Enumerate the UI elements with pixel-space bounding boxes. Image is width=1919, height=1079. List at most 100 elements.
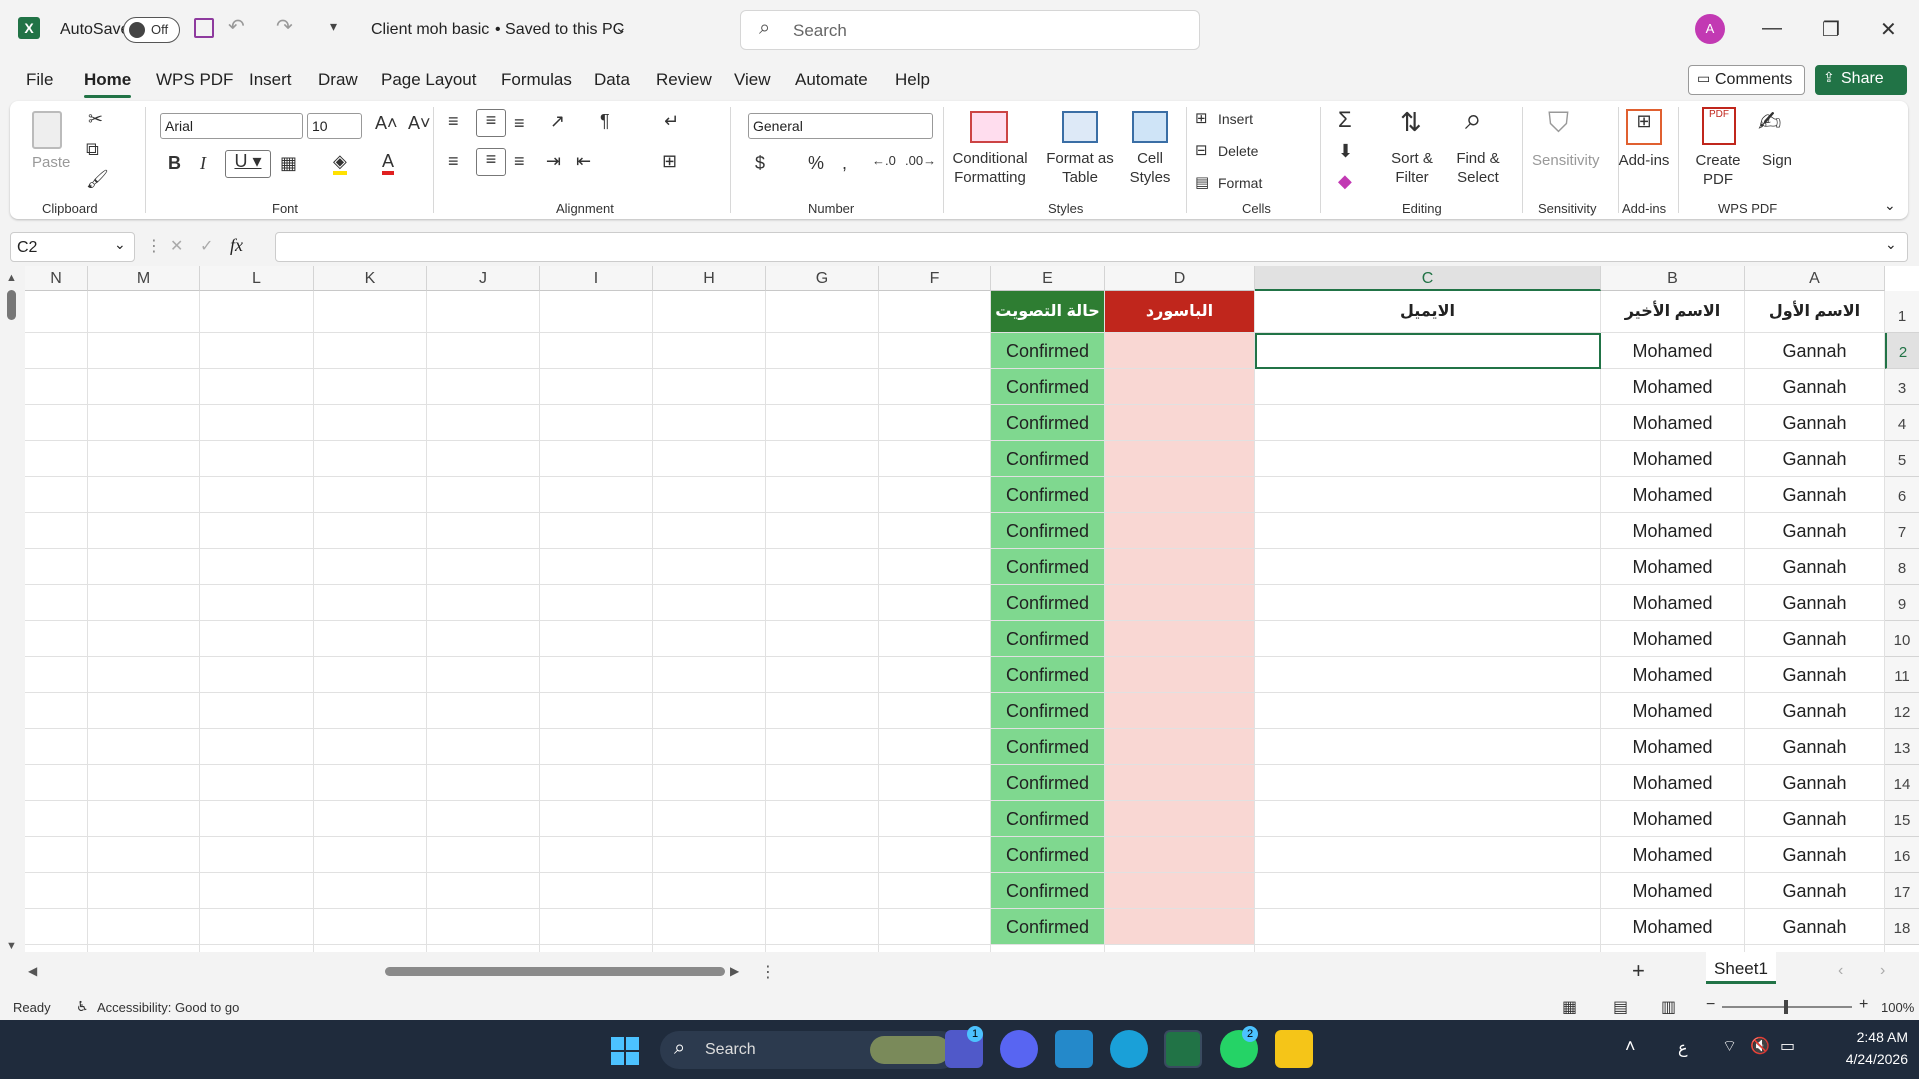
- maximize-icon[interactable]: ❐: [1822, 17, 1840, 42]
- formula-input[interactable]: [275, 232, 1908, 262]
- cell-styles-button[interactable]: Cell Styles: [1125, 149, 1175, 187]
- text-direction-icon[interactable]: ¶: [600, 111, 610, 132]
- status-cell[interactable]: Confirmed: [991, 441, 1105, 477]
- header-cell-d[interactable]: الباسورد: [1105, 291, 1255, 333]
- tab-wps-pdf[interactable]: WPS PDF: [156, 70, 233, 90]
- row-header-1[interactable]: 1: [1885, 291, 1919, 333]
- copy-icon[interactable]: ⧉: [86, 139, 99, 160]
- align-center-icon[interactable]: ≡: [476, 148, 506, 176]
- status-cell[interactable]: Confirmed: [991, 369, 1105, 405]
- row-header-12[interactable]: 12: [1885, 693, 1919, 729]
- create-pdf-button[interactable]: Create PDF: [1693, 151, 1743, 189]
- cut-icon[interactable]: ✂: [88, 109, 103, 130]
- password-cell[interactable]: [1105, 693, 1255, 729]
- font-size-select[interactable]: 10: [307, 113, 362, 139]
- worksheet-grid[interactable]: N M L K J I H G F E D C B A ▲ ▼ 1 2 3 4 5 6 7 8 9 10 11 12 13 14 15 16 1…: [0, 266, 1919, 952]
- header-cell-c[interactable]: الايميل: [1255, 291, 1601, 333]
- password-cell[interactable]: [1105, 801, 1255, 837]
- autosave-toggle[interactable]: Off: [123, 17, 180, 43]
- status-cell[interactable]: Confirmed: [991, 693, 1105, 729]
- row-header-11[interactable]: 11: [1885, 657, 1919, 693]
- column-header-a[interactable]: A: [1745, 266, 1885, 291]
- column-header-j[interactable]: J: [427, 266, 540, 291]
- status-cell[interactable]: Confirmed: [991, 873, 1105, 909]
- align-right-icon[interactable]: ≡: [514, 151, 525, 172]
- status-cell[interactable]: Confirmed: [991, 549, 1105, 585]
- indent-icon[interactable]: ⇥: [546, 151, 561, 172]
- discord-icon[interactable]: [1000, 1030, 1038, 1068]
- chevron-down-icon[interactable]: ⌄: [615, 19, 627, 36]
- column-header-g[interactable]: G: [766, 266, 879, 291]
- search-box[interactable]: ⌕ Search: [740, 10, 1200, 50]
- increase-font-icon[interactable]: A˄: [375, 113, 398, 134]
- password-cell[interactable]: [1105, 333, 1255, 369]
- column-header-b[interactable]: B: [1601, 266, 1745, 291]
- autosum-icon[interactable]: Σ: [1338, 107, 1352, 133]
- row-header-18[interactable]: 18: [1885, 909, 1919, 945]
- email-cell[interactable]: [1255, 441, 1601, 477]
- first-name-cell[interactable]: Gannah: [1745, 729, 1885, 765]
- align-middle-icon[interactable]: ≡: [476, 109, 506, 137]
- email-cell[interactable]: [1255, 405, 1601, 441]
- zoom-slider[interactable]: [1722, 1000, 1852, 1014]
- row-header-17[interactable]: 17: [1885, 873, 1919, 909]
- sign-button[interactable]: Sign: [1762, 151, 1792, 170]
- scroll-down-icon[interactable]: ▼: [6, 940, 17, 952]
- row-header-7[interactable]: 7: [1885, 513, 1919, 549]
- page-layout-view-icon[interactable]: ▤: [1613, 997, 1628, 1017]
- save-status[interactable]: • Saved to this PC: [495, 21, 624, 39]
- battery-icon[interactable]: ▭: [1780, 1036, 1795, 1056]
- minimize-icon[interactable]: —: [1762, 17, 1782, 40]
- row-header-3[interactable]: 3: [1885, 369, 1919, 405]
- cancel-icon[interactable]: ✕: [170, 236, 183, 256]
- close-icon[interactable]: ✕: [1880, 17, 1897, 42]
- email-cell[interactable]: [1255, 513, 1601, 549]
- input-language[interactable]: ع: [1678, 1038, 1688, 1058]
- volume-muted-icon[interactable]: 🔇: [1750, 1036, 1770, 1056]
- tab-help[interactable]: Help: [895, 70, 930, 90]
- first-name-cell[interactable]: Gannah: [1745, 909, 1885, 945]
- first-name-cell[interactable]: Gannah: [1745, 765, 1885, 801]
- last-name-cell[interactable]: Mohamed: [1601, 657, 1745, 693]
- normal-view-icon[interactable]: ▦: [1562, 997, 1577, 1017]
- status-cell[interactable]: Confirmed: [991, 621, 1105, 657]
- status-cell[interactable]: Confirmed: [991, 837, 1105, 873]
- taskbar-search[interactable]: ⌕ Search: [660, 1031, 960, 1069]
- customize-toolbar-icon[interactable]: ▾: [330, 18, 337, 35]
- expand-formula-icon[interactable]: ⌄: [1885, 236, 1897, 253]
- password-cell[interactable]: [1105, 837, 1255, 873]
- column-header-l[interactable]: L: [200, 266, 314, 291]
- tab-insert[interactable]: Insert: [249, 70, 292, 90]
- teams-icon[interactable]: 1: [945, 1026, 983, 1068]
- horizontal-scrollbar[interactable]: [385, 967, 725, 976]
- paste-icon[interactable]: [32, 111, 62, 149]
- collapse-ribbon-icon[interactable]: ⌄: [1884, 197, 1896, 214]
- column-header-f[interactable]: F: [879, 266, 991, 291]
- column-header-d[interactable]: D: [1105, 266, 1255, 291]
- number-format-select[interactable]: General: [748, 113, 933, 139]
- password-cell[interactable]: [1105, 657, 1255, 693]
- paste-button[interactable]: Paste: [32, 153, 70, 172]
- email-cell[interactable]: [1255, 801, 1601, 837]
- password-cell[interactable]: [1105, 729, 1255, 765]
- scroll-left-icon[interactable]: ◀: [28, 964, 37, 978]
- font-color-icon[interactable]: A: [382, 151, 395, 175]
- status-cell[interactable]: Confirmed: [991, 801, 1105, 837]
- orientation-icon[interactable]: ↗: [550, 111, 565, 132]
- row-header-14[interactable]: 14: [1885, 765, 1919, 801]
- percent-icon[interactable]: %: [808, 153, 824, 174]
- decrease-font-icon[interactable]: A˅: [408, 113, 431, 134]
- active-cell[interactable]: [1255, 333, 1601, 369]
- scroll-right-icon[interactable]: ▶: [730, 964, 739, 978]
- password-cell[interactable]: [1105, 909, 1255, 945]
- comma-style-icon[interactable]: ,: [842, 153, 847, 174]
- avatar[interactable]: A: [1695, 14, 1725, 44]
- email-cell[interactable]: [1255, 549, 1601, 585]
- column-header-h[interactable]: H: [653, 266, 766, 291]
- status-cell[interactable]: Confirmed: [991, 765, 1105, 801]
- share-button[interactable]: ⇪ Share: [1815, 65, 1907, 95]
- last-name-cell[interactable]: Mohamed: [1601, 369, 1745, 405]
- first-name-cell[interactable]: Gannah: [1745, 333, 1885, 369]
- last-name-cell[interactable]: Mohamed: [1601, 405, 1745, 441]
- row-header-13[interactable]: 13: [1885, 729, 1919, 765]
